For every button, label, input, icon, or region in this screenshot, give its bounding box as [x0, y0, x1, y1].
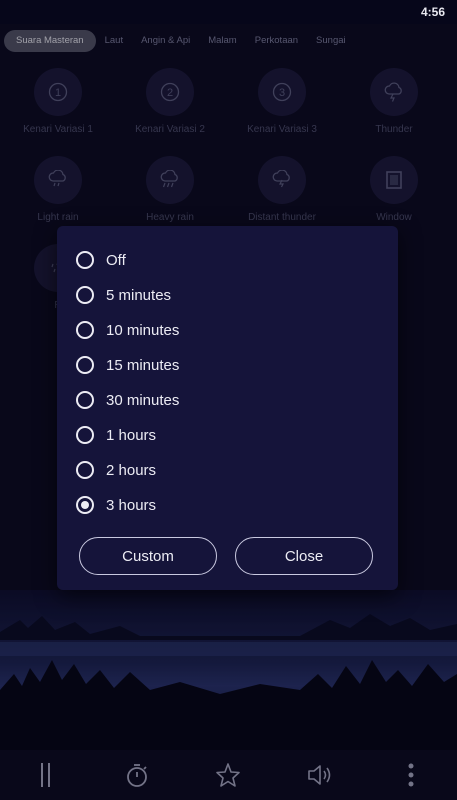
radio-button[interactable]	[76, 251, 94, 269]
option-label: 15 minutes	[106, 356, 180, 374]
timer-option-5-minutes[interactable]: 5 minutes	[76, 282, 376, 308]
status-bar: 4:56	[0, 0, 457, 24]
timer-option-10-minutes[interactable]: 10 minutes	[76, 317, 376, 343]
status-time: 4:56	[420, 5, 445, 19]
option-label: 10 minutes	[106, 321, 180, 339]
option-label: 30 minutes	[106, 391, 180, 409]
option-label: 2 hours	[106, 461, 157, 479]
custom-button[interactable]: Custom	[79, 537, 217, 575]
sleep-timer-dialog: Off 5 minutes 10 minutes 15 minutes 30 m…	[57, 226, 398, 590]
timer-option-30-minutes[interactable]: 30 minutes	[76, 387, 376, 413]
close-button[interactable]: Close	[235, 537, 373, 575]
radio-button[interactable]	[76, 461, 94, 479]
option-label: Off	[106, 251, 126, 269]
radio-button[interactable]	[76, 356, 94, 374]
radio-button[interactable]	[76, 426, 94, 444]
radio-button[interactable]	[76, 391, 94, 409]
timer-option-3-hours[interactable]: 3 hours	[76, 492, 376, 518]
timer-option-2-hours[interactable]: 2 hours	[76, 457, 376, 483]
timer-option-off[interactable]: Off	[76, 247, 376, 273]
radio-button[interactable]	[76, 321, 94, 339]
option-label: 1 hours	[106, 426, 157, 444]
radio-button[interactable]	[76, 286, 94, 304]
timer-option-1-hours[interactable]: 1 hours	[76, 422, 376, 448]
radio-button-selected[interactable]	[76, 496, 94, 514]
timer-option-15-minutes[interactable]: 15 minutes	[76, 352, 376, 378]
option-label: 3 hours	[106, 496, 157, 514]
option-label: 5 minutes	[106, 286, 172, 304]
